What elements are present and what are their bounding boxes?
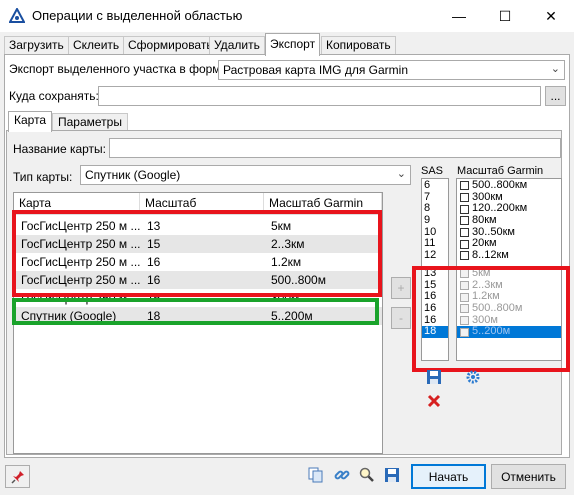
tab-map[interactable]: Карта (8, 111, 53, 132)
tab-delete[interactable]: Удалить (209, 36, 265, 54)
tab-parameters[interactable]: Параметры (52, 113, 128, 131)
highlight-green-row (12, 298, 379, 325)
close-button[interactable]: ✕ (528, 0, 574, 32)
checkbox[interactable] (460, 204, 469, 214)
window-title: Операции с выделенной областью (32, 8, 243, 23)
checkbox[interactable] (460, 181, 469, 191)
zoom-icon[interactable] (358, 466, 376, 484)
map-type-value: Спутник (Google) (85, 168, 181, 182)
chevron-down-icon: ⌄ (550, 63, 560, 75)
settings-icon[interactable] (464, 368, 482, 386)
copy-icon[interactable] (307, 466, 325, 484)
save-path-input[interactable] (98, 86, 541, 106)
save-icon[interactable] (383, 466, 401, 484)
sas-label: SAS (421, 165, 444, 177)
checkbox[interactable] (460, 251, 469, 261)
list-item[interactable]: 500..800км (457, 179, 561, 192)
browse-button[interactable]: ... (545, 86, 566, 106)
list-item[interactable]: 12 (422, 249, 448, 262)
map-type-select[interactable]: Спутник (Google) ⌄ (80, 165, 411, 185)
link-icon[interactable] (333, 466, 351, 484)
checkbox[interactable] (460, 239, 469, 249)
list-item-label: 80км (472, 214, 497, 227)
format-label: Экспорт выделенного участка в формат (9, 62, 233, 76)
tab-generate[interactable]: Сформировать (123, 36, 218, 54)
format-value: Растровая карта IMG для Garmin (223, 63, 409, 77)
tab-export[interactable]: Экспорт (265, 33, 321, 56)
list-item[interactable]: 9 (422, 214, 448, 227)
minimize-button[interactable]: — (436, 0, 482, 32)
save-settings-icon[interactable] (425, 368, 443, 386)
tab-copy[interactable]: Копировать (321, 36, 396, 54)
garmin-scale-label: Масштаб Garmin (457, 165, 544, 177)
save-path-label: Куда сохранять: (9, 89, 99, 103)
checkbox[interactable] (460, 216, 469, 226)
list-item-label: 500..800км (472, 179, 528, 191)
map-type-label: Тип карты: (13, 170, 73, 184)
tab-load[interactable]: Загрузить (4, 36, 69, 54)
list-item[interactable]: 6 (422, 179, 448, 192)
remove-layer-button[interactable]: - (391, 307, 411, 329)
map-name-label: Название карты: (13, 142, 107, 156)
start-button[interactable]: Начать (411, 464, 486, 489)
status-bar (0, 459, 574, 495)
list-item[interactable]: 8..12км (457, 249, 561, 262)
checkbox[interactable] (460, 193, 469, 203)
delete-icon[interactable] (425, 392, 443, 410)
pin-button[interactable] (5, 465, 30, 488)
tab-merge[interactable]: Склеить (68, 36, 125, 54)
list-item-label: 8..12км (472, 249, 509, 262)
highlight-red-rows (12, 210, 382, 297)
app-icon (9, 8, 25, 23)
format-select[interactable]: Растровая карта IMG для Garmin ⌄ (218, 60, 565, 80)
chevron-down-icon: ⌄ (396, 168, 406, 180)
add-layer-button[interactable]: + (391, 277, 411, 299)
maximize-button[interactable]: ☐ (482, 0, 528, 32)
pin-icon (10, 470, 24, 484)
title-bar: Операции с выделенной областью — ☐ ✕ (0, 0, 574, 32)
highlight-red-lists (412, 266, 570, 372)
list-item[interactable]: 80км (457, 214, 561, 227)
checkbox[interactable] (460, 228, 469, 238)
map-name-input[interactable] (109, 138, 561, 158)
cancel-button[interactable]: Отменить (491, 464, 566, 489)
